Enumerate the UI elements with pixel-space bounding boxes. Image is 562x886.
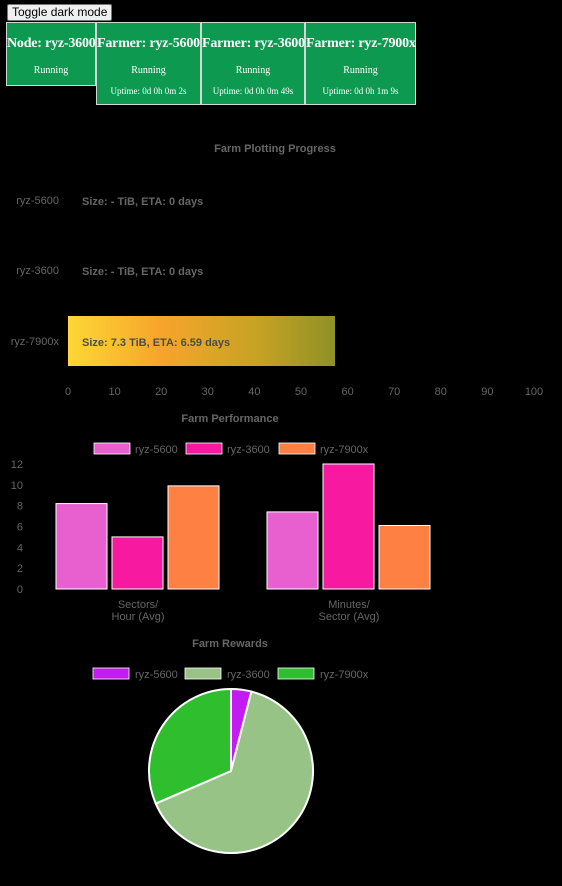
legend-swatch bbox=[92, 667, 130, 680]
rewards-chart: ryz-5600 ryz-3600 ryz-7900x bbox=[92, 667, 369, 854]
legend-swatch bbox=[184, 667, 222, 680]
legend-label: ryz-5600 bbox=[135, 669, 178, 681]
legend-swatch bbox=[277, 667, 315, 680]
legend-label: ryz-7900x bbox=[320, 669, 369, 681]
legend-label: ryz-3600 bbox=[227, 669, 270, 681]
